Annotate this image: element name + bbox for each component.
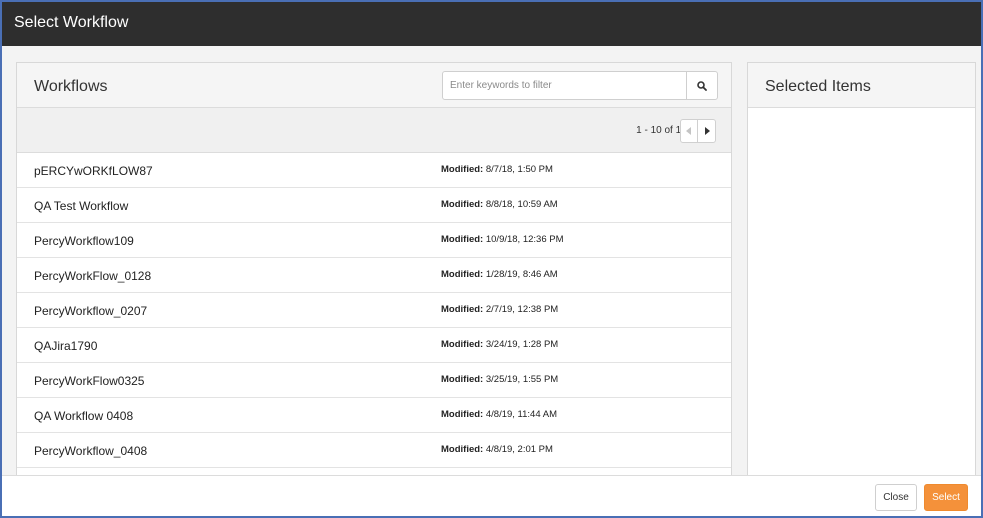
modified-label: Modified:	[441, 409, 484, 420]
dialog-titlebar: Select Workflow	[2, 2, 981, 46]
workflow-row[interactable]: pERCYwORKfLOW87 Modified: 8/7/18, 1:50 P…	[17, 153, 731, 188]
modified-label: Modified:	[441, 444, 484, 455]
pager	[680, 119, 716, 143]
workflow-modified: Modified: 8/8/18, 10:59 AM	[441, 199, 558, 210]
workflows-panel: Workflows 1 - 10 of 11	[16, 62, 732, 475]
chevron-left-icon	[686, 127, 691, 135]
modified-label: Modified:	[441, 164, 484, 175]
workflow-name: PercyWorkflow_0207	[34, 304, 148, 318]
workflow-row[interactable]: PercyWorkFlow_0128 Modified: 1/28/19, 8:…	[17, 258, 731, 293]
workflow-name: PercyWorkFlow_0128	[34, 269, 152, 283]
workflow-modified: Modified: 3/25/19, 1:55 PM	[441, 374, 558, 385]
workflow-name: PercyWorkflow_0408	[34, 444, 148, 458]
selected-items-title: Selected Items	[765, 78, 871, 95]
workflow-modified: Modified: 2/7/19, 12:38 PM	[441, 304, 558, 315]
modified-date: 4/8/19, 2:01 PM	[485, 444, 553, 455]
workflow-name: QA Test Workflow	[34, 199, 129, 213]
modified-label: Modified:	[441, 234, 484, 245]
workflow-list: pERCYwORKfLOW87 Modified: 8/7/18, 1:50 P…	[17, 153, 731, 475]
prev-page-button[interactable]	[681, 120, 698, 142]
pagination-info: 1 - 10 of 11	[636, 125, 686, 136]
filter-input[interactable]	[443, 72, 686, 99]
workflow-row[interactable]: QAJira1790 Modified: 3/24/19, 1:28 PM	[17, 328, 731, 363]
modified-date: 1/28/19, 8:46 AM	[485, 269, 558, 280]
workflow-name: PercyWorkflow109	[34, 234, 134, 248]
workflow-modified: Modified: 3/24/19, 1:28 PM	[441, 339, 558, 350]
workflow-name: pERCYwORKfLOW87	[34, 164, 153, 178]
select-button[interactable]: Select	[924, 484, 968, 511]
workflow-row[interactable]	[17, 468, 731, 475]
modified-date: 3/24/19, 1:28 PM	[485, 339, 559, 350]
pagination-toolbar: 1 - 10 of 11	[17, 108, 731, 153]
workflow-modified: Modified: 1/28/19, 8:46 AM	[441, 269, 558, 280]
dialog-body: Workflows 1 - 10 of 11	[2, 46, 981, 475]
selected-items-header: Selected Items	[748, 63, 975, 108]
search-button[interactable]	[686, 72, 717, 99]
modified-date: 8/7/18, 1:50 PM	[485, 164, 553, 175]
filter-search-box	[442, 71, 718, 100]
modified-date: 10/9/18, 12:36 PM	[485, 234, 564, 245]
workflows-panel-header: Workflows	[17, 63, 731, 108]
workflow-row[interactable]: PercyWorkflow_0207 Modified: 2/7/19, 12:…	[17, 293, 731, 328]
close-button[interactable]: Close	[875, 484, 917, 511]
modified-date: 2/7/19, 12:38 PM	[485, 304, 559, 315]
workflow-row[interactable]: QA Workflow 0408 Modified: 4/8/19, 11:44…	[17, 398, 731, 433]
chevron-right-icon	[704, 127, 710, 135]
workflow-modified: Modified: 10/9/18, 12:36 PM	[441, 234, 564, 245]
modified-label: Modified:	[441, 339, 484, 350]
workflow-modified: Modified: 8/7/18, 1:50 PM	[441, 164, 553, 175]
workflow-name: QA Workflow 0408	[34, 409, 134, 423]
modified-date: 3/25/19, 1:55 PM	[485, 374, 559, 385]
workflows-title: Workflows	[34, 78, 108, 95]
workflow-name: PercyWorkFlow0325	[34, 374, 145, 388]
workflow-modified: Modified: 4/8/19, 11:44 AM	[441, 409, 557, 420]
modified-label: Modified:	[441, 374, 484, 385]
dialog-footer: Close Select	[2, 475, 981, 516]
modified-date: 4/8/19, 11:44 AM	[485, 409, 557, 420]
workflow-row[interactable]: PercyWorkflow_0408 Modified: 4/8/19, 2:0…	[17, 433, 731, 468]
next-page-button[interactable]	[698, 120, 715, 142]
workflow-row[interactable]: PercyWorkFlow0325 Modified: 3/25/19, 1:5…	[17, 363, 731, 398]
modified-label: Modified:	[441, 199, 484, 210]
modified-label: Modified:	[441, 269, 484, 280]
select-workflow-dialog: Select Workflow Workflows 1 - 10 of 11	[0, 0, 983, 518]
modified-label: Modified:	[441, 304, 484, 315]
dialog-title: Select Workflow	[14, 14, 129, 31]
search-icon	[697, 80, 707, 91]
workflow-row[interactable]: PercyWorkflow109 Modified: 10/9/18, 12:3…	[17, 223, 731, 258]
selected-items-panel: Selected Items	[747, 62, 976, 475]
workflow-name: QAJira1790	[34, 339, 98, 353]
workflow-modified: Modified: 4/8/19, 2:01 PM	[441, 444, 553, 455]
modified-date: 8/8/18, 10:59 AM	[485, 199, 558, 210]
workflow-row[interactable]: QA Test Workflow Modified: 8/8/18, 10:59…	[17, 188, 731, 223]
